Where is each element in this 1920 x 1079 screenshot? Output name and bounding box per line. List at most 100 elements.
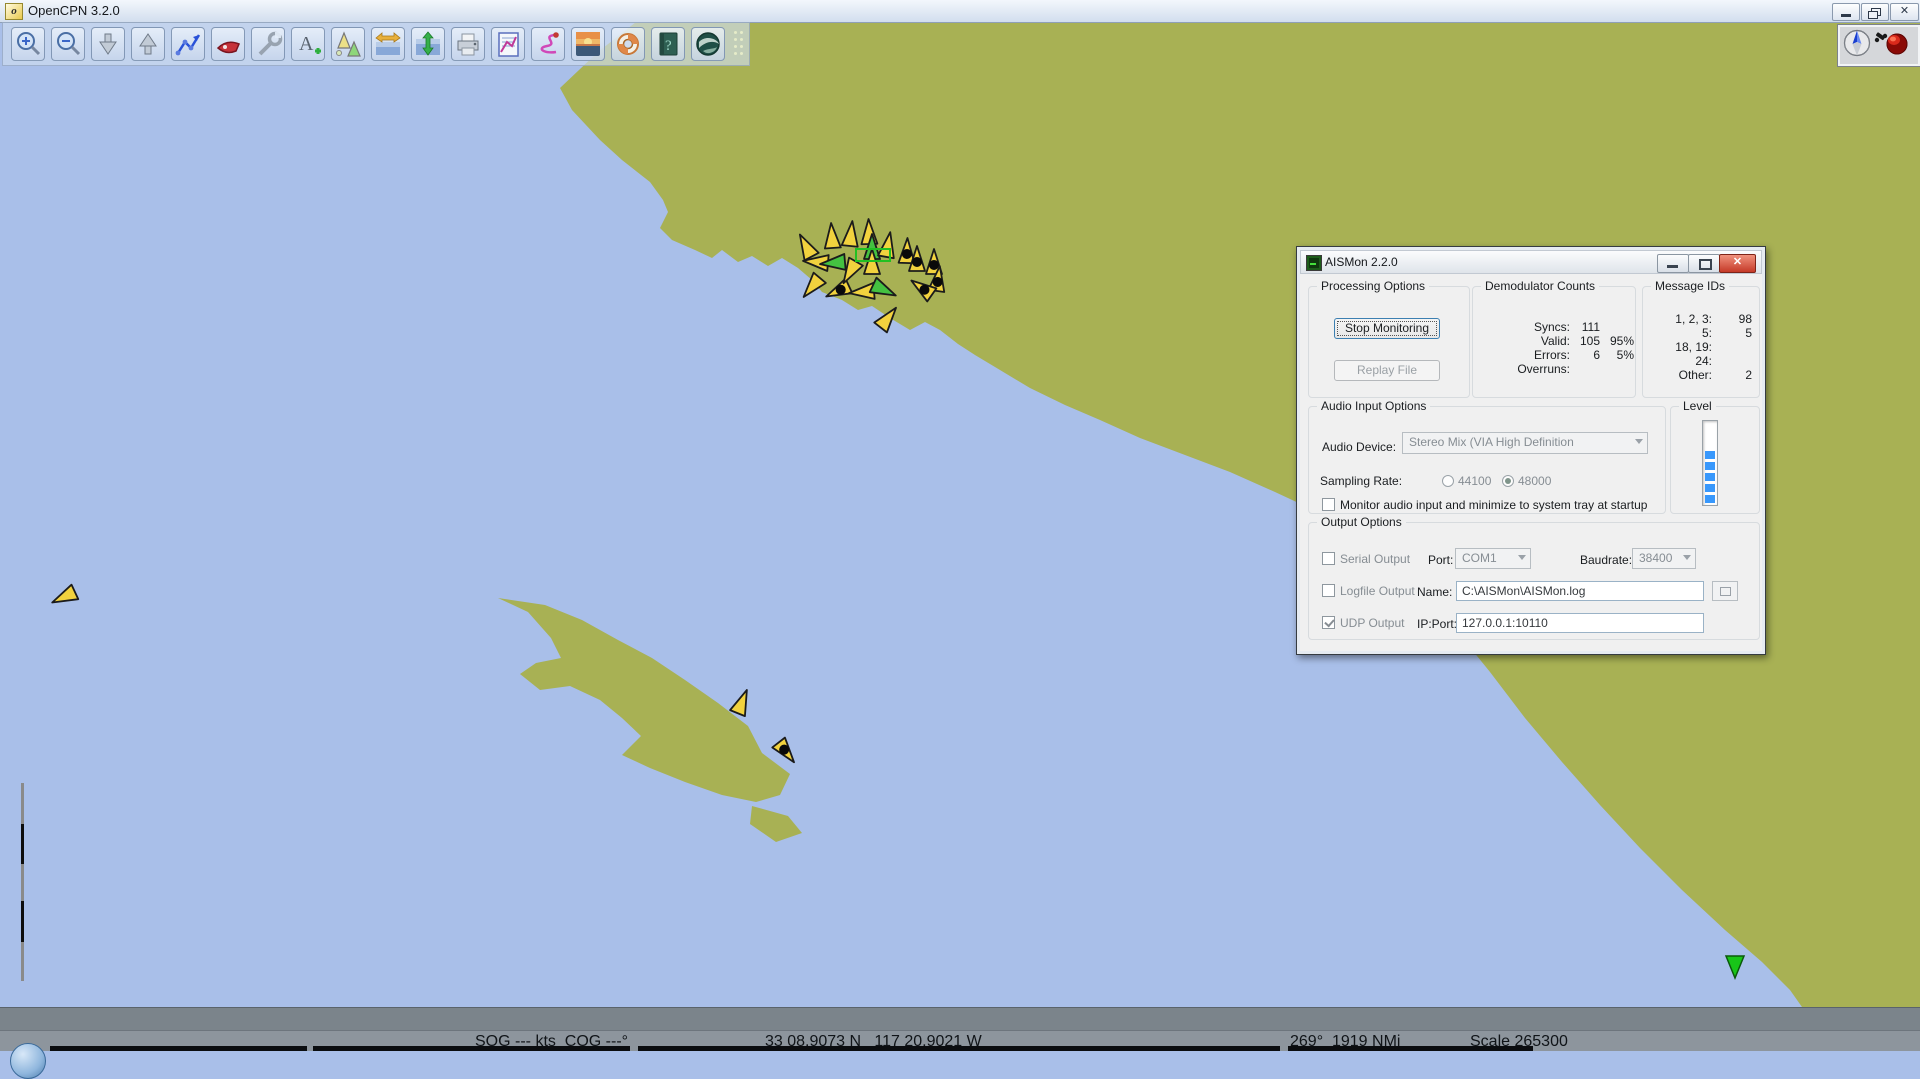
about-button[interactable] xyxy=(611,27,645,61)
tide-icon xyxy=(373,29,403,59)
tides-button[interactable] xyxy=(371,27,405,61)
processing-options-legend: Processing Options xyxy=(1317,279,1429,293)
ais-targets-button[interactable] xyxy=(331,27,365,61)
scale-chart-in-button[interactable] xyxy=(131,27,165,61)
chart-piano-key[interactable] xyxy=(638,1046,1280,1051)
level-segment xyxy=(1705,473,1715,481)
logfile-output-label: Logfile Output xyxy=(1340,584,1415,598)
monitor-startup-label: Monitor audio input and minimize to syst… xyxy=(1340,498,1647,512)
aismon-minimize-button[interactable] xyxy=(1657,254,1689,273)
demod-row: Overruns: xyxy=(1478,362,1634,376)
zoom-in-button[interactable] xyxy=(11,27,45,61)
zoom-in-icon xyxy=(13,29,43,59)
replay-file-button[interactable]: Replay File xyxy=(1334,360,1440,381)
rate-44100-radio[interactable] xyxy=(1442,475,1454,487)
satellite-icon xyxy=(1875,32,1887,42)
level-segment xyxy=(1705,484,1715,492)
scale-bar xyxy=(21,783,24,981)
stop-monitoring-button[interactable]: Stop Monitoring xyxy=(1334,318,1440,339)
output-options-legend: Output Options xyxy=(1317,515,1406,529)
level-segment xyxy=(1705,462,1715,470)
demodulator-counts-legend: Demodulator Counts xyxy=(1481,279,1599,293)
name-label: Name: xyxy=(1417,585,1452,599)
sampling-rate-label: Sampling Rate: xyxy=(1320,474,1402,488)
enc-text-button[interactable]: A xyxy=(291,27,325,61)
rate-48000-radio[interactable] xyxy=(1502,475,1514,487)
create-route-button[interactable] xyxy=(171,27,205,61)
message-ids-legend: Message IDs xyxy=(1651,279,1729,293)
aismon-title: AISMon 2.2.0 xyxy=(1325,255,1398,269)
sunset-icon xyxy=(573,29,603,59)
aismon-titlebar[interactable]: AISMon 2.2.0 ✕ xyxy=(1300,250,1762,274)
logfile-name-input[interactable]: C:\AISMon\AISMon.log xyxy=(1456,581,1704,601)
port-combobox[interactable]: COM1 xyxy=(1455,548,1531,569)
current-icon xyxy=(413,29,443,59)
compass-panel-graphic xyxy=(1840,27,1914,60)
chevron-down-icon xyxy=(1518,555,1526,560)
audio-input-options-legend: Audio Input Options xyxy=(1317,399,1430,413)
msgid-row: 1, 2, 3:98 xyxy=(1648,312,1752,326)
monitor-startup-checkbox[interactable] xyxy=(1322,498,1335,511)
baudrate-combobox[interactable]: 38400 xyxy=(1632,548,1696,569)
demod-row: Syncs:111 xyxy=(1478,320,1634,334)
zoom-out-button[interactable] xyxy=(51,27,85,61)
google-earth-icon xyxy=(693,29,723,59)
toolbar-grip[interactable] xyxy=(734,31,744,59)
scale-in-icon xyxy=(133,29,163,59)
close-button[interactable]: ✕ xyxy=(1890,3,1919,21)
zoom-out-icon xyxy=(53,29,83,59)
msgid-row: 24: xyxy=(1648,354,1752,368)
logfile-output-checkbox[interactable] xyxy=(1322,584,1335,597)
text-icon: A xyxy=(293,29,323,59)
baudrate-label: Baudrate: xyxy=(1580,553,1632,567)
level-legend: Level xyxy=(1679,399,1716,413)
scale-chart-out-button[interactable] xyxy=(91,27,125,61)
color-scheme-button[interactable] xyxy=(571,27,605,61)
google-earth-button[interactable] xyxy=(691,27,725,61)
serial-output-checkbox[interactable] xyxy=(1322,552,1335,565)
chart-piano-key[interactable] xyxy=(50,1046,307,1051)
chevron-down-icon xyxy=(1635,439,1643,444)
minimize-icon xyxy=(1841,14,1851,17)
aismon-close-button[interactable]: ✕ xyxy=(1719,254,1756,273)
options-button[interactable] xyxy=(251,27,285,61)
audio-device-value: Stereo Mix (VIA High Definition xyxy=(1409,435,1574,449)
route-icon xyxy=(173,29,203,59)
minimize-button[interactable] xyxy=(1832,3,1860,21)
track-button[interactable] xyxy=(531,27,565,61)
opencpn-logo-icon: o xyxy=(5,3,23,20)
audio-device-combobox[interactable]: Stereo Mix (VIA High Definition xyxy=(1402,432,1648,454)
print-chart-button[interactable] xyxy=(451,27,485,61)
auto-follow-button[interactable] xyxy=(211,27,245,61)
window-titlebar: o OpenCPN 3.2.0 ✕ xyxy=(0,0,1920,23)
printer-icon xyxy=(453,29,483,59)
lifering-icon xyxy=(613,29,643,59)
aismon-maximize-button[interactable] xyxy=(1688,254,1720,273)
compass-rose-icon xyxy=(1845,31,1870,56)
chart-bar[interactable] xyxy=(0,1007,1920,1030)
rate-48000-label: 48000 xyxy=(1518,474,1551,488)
route-manager-icon xyxy=(493,29,523,59)
ip-port-input[interactable]: 127.0.0.1:10110 xyxy=(1456,613,1704,633)
plugin-help-button[interactable]: ? xyxy=(651,27,685,61)
currents-button[interactable] xyxy=(411,27,445,61)
browse-icon xyxy=(1720,587,1731,596)
svg-text:A: A xyxy=(299,33,314,55)
baudrate-value: 38400 xyxy=(1639,551,1672,565)
compass-status-panel[interactable] xyxy=(1838,25,1920,66)
track-icon xyxy=(533,29,563,59)
audio-level-meter xyxy=(1702,420,1718,506)
msgid-row: 5:5 xyxy=(1648,326,1752,340)
chart-piano-key[interactable] xyxy=(1288,1046,1533,1051)
rate-44100-label: 44100 xyxy=(1458,474,1491,488)
ship-icon xyxy=(213,29,243,59)
ip-port-label: IP:Port: xyxy=(1417,617,1457,631)
level-segment xyxy=(1705,451,1715,459)
udp-output-checkbox[interactable] xyxy=(1322,616,1335,629)
serial-output-label: Serial Output xyxy=(1340,552,1410,566)
restore-button[interactable] xyxy=(1861,3,1889,21)
chart-piano-key[interactable] xyxy=(313,1046,630,1051)
browse-button[interactable] xyxy=(1712,581,1738,601)
audio-device-label: Audio Device: xyxy=(1322,440,1396,454)
route-manager-button[interactable] xyxy=(491,27,525,61)
